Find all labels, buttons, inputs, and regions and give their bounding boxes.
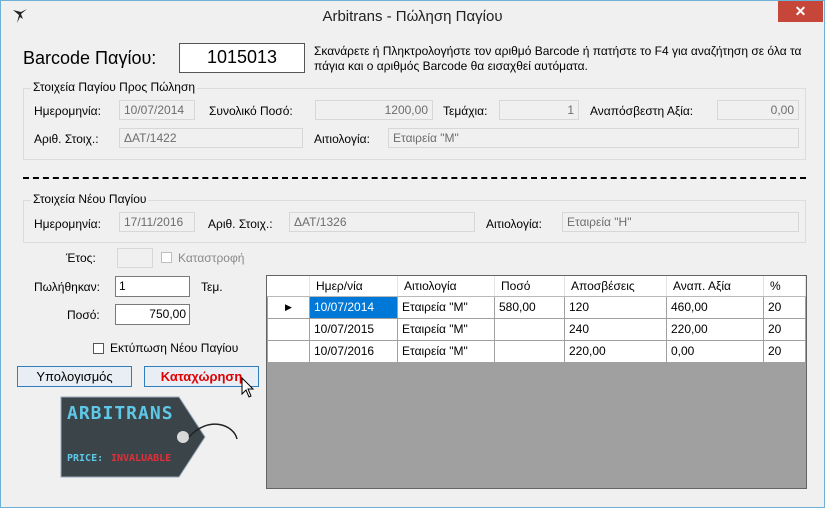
logo-price-value: INVALUABLE <box>111 453 172 464</box>
depreciation-grid[interactable]: Ημερ/νία Αιτιολογία Ποσό Αποσβέσεις Αναπ… <box>266 275 807 489</box>
sale-residual-field: 0,00 <box>717 100 799 120</box>
sale-reason-field: Εταιρεία "Μ" <box>388 128 799 148</box>
year-field[interactable] <box>117 248 153 268</box>
cell-reason[interactable]: Εταιρεία "Μ" <box>397 317 495 341</box>
sale-group-title: Στοιχεία Παγίου Προς Πώληση <box>31 80 198 94</box>
sale-date-label: Ημερομηνία: <box>34 104 101 118</box>
new-doc-label: Αριθ. Στοιχ.: <box>208 217 273 231</box>
new-asset-group-title: Στοιχεία Νέου Παγίου <box>31 192 149 206</box>
cell-depreciation[interactable]: 120 <box>564 295 667 319</box>
column-header-date[interactable]: Ημερ/νία <box>309 276 398 297</box>
logo-price-label: PRICE: <box>67 453 104 464</box>
new-date-label: Ημερομηνία: <box>34 217 101 231</box>
sale-group <box>23 88 806 160</box>
cell-percent[interactable]: 20 <box>763 339 806 363</box>
cell-percent[interactable]: 20 <box>763 317 806 341</box>
sale-total-label: Συνολικό Ποσό: <box>209 104 293 118</box>
close-button[interactable]: ✕ <box>778 1 823 22</box>
new-doc-field: ΔΑΤ/1326 <box>289 212 475 232</box>
new-date-field: 17/11/2016 <box>119 212 195 232</box>
window-title: Arbitrans - Πώληση Παγίου <box>322 8 503 25</box>
column-header-percent[interactable]: % <box>763 276 806 297</box>
amount-label: Ποσό: <box>67 308 100 322</box>
cell-reason[interactable]: Εταιρεία "Μ" <box>397 339 495 363</box>
new-reason-label: Αιτιολογία: <box>486 217 542 231</box>
close-icon: ✕ <box>794 3 807 19</box>
barcode-input[interactable]: 1015013 <box>179 43 305 73</box>
row-header-current[interactable]: ▶ <box>267 295 310 319</box>
new-reason-field: Εταιρεία "Η" <box>562 212 799 232</box>
logo-brand-text: ARBITRANS <box>67 403 174 424</box>
cell-date[interactable]: 10/07/2016 <box>309 339 398 363</box>
cell-amount[interactable] <box>494 317 565 341</box>
destroy-label: Καταστροφή <box>178 251 245 265</box>
cell-date[interactable]: 10/07/2015 <box>309 317 398 341</box>
sold-unit-label: Τεμ. <box>201 280 223 294</box>
depreciation-table: Ημερ/νία Αιτιολογία Ποσό Αποσβέσεις Αναπ… <box>267 276 806 363</box>
cell-residual[interactable]: 460,00 <box>666 295 764 319</box>
sold-label: Πωλήθηκαν: <box>34 280 100 294</box>
column-header-amount[interactable]: Ποσό <box>494 276 565 297</box>
cell-depreciation[interactable]: 240 <box>564 317 667 341</box>
cell-residual[interactable]: 0,00 <box>666 339 764 363</box>
grid-header-row: Ημερ/νία Αιτιολογία Ποσό Αποσβέσεις Αναπ… <box>267 276 806 297</box>
sale-pieces-field: 1 <box>499 100 579 120</box>
grid-row-header-corner <box>267 276 310 297</box>
mouse-cursor-icon <box>241 377 255 398</box>
table-row[interactable]: 10/07/2016 Εταιρεία "Μ" 220,00 0,00 20 <box>267 339 806 363</box>
cell-depreciation[interactable]: 220,00 <box>564 339 667 363</box>
column-header-depreciation[interactable]: Αποσβέσεις <box>564 276 667 297</box>
sale-doc-label: Αριθ. Στοιχ.: <box>34 132 99 146</box>
barcode-label: Barcode Παγίου: <box>23 48 157 68</box>
table-row[interactable]: 10/07/2015 Εταιρεία "Μ" 240 220,00 20 <box>267 317 806 341</box>
barcode-hint: Σκανάρετε ή Πληκτρολογήστε τον αριθμό Ba… <box>314 44 802 73</box>
cell-date[interactable]: 10/07/2014 <box>309 295 398 319</box>
amount-input[interactable]: 750,00 <box>115 304 190 325</box>
cell-residual[interactable]: 220,00 <box>666 317 764 341</box>
row-header[interactable] <box>267 339 310 363</box>
sale-total-field: 1200,00 <box>315 100 433 120</box>
year-label: Έτος: <box>66 251 96 265</box>
arbitrans-logo: ARBITRANS PRICE: INVALUABLE <box>59 395 243 479</box>
sale-doc-field: ΔΑΤ/1422 <box>119 128 303 148</box>
destroy-checkbox[interactable] <box>161 252 172 263</box>
dashed-separator <box>23 177 806 179</box>
cell-reason[interactable]: Εταιρεία "Μ" <box>397 295 495 319</box>
print-new-asset-checkbox[interactable] <box>93 343 104 354</box>
table-row[interactable]: ▶ 10/07/2014 Εταιρεία "Μ" 580,00 120 460… <box>267 295 806 319</box>
sold-input[interactable]: 1 <box>115 276 190 297</box>
calculate-button[interactable]: Υπολογισμός <box>17 366 132 387</box>
cell-amount[interactable] <box>494 339 565 363</box>
title-bar[interactable]: Arbitrans - Πώληση Παγίου ✕ <box>1 1 824 31</box>
column-header-residual[interactable]: Αναπ. Αξία <box>666 276 764 297</box>
column-header-reason[interactable]: Αιτιολογία <box>397 276 495 297</box>
sale-reason-label: Αιτιολογία: <box>314 132 370 146</box>
sale-date-field: 10/07/2014 <box>119 100 195 120</box>
sale-residual-label: Αναπόσβεστη Αξία: <box>590 104 694 118</box>
current-row-icon: ▶ <box>285 301 292 312</box>
row-header[interactable] <box>267 317 310 341</box>
cell-percent[interactable]: 20 <box>763 295 806 319</box>
main-window: Arbitrans - Πώληση Παγίου ✕ Barcode Παγί… <box>0 0 825 508</box>
sale-pieces-label: Τεμάχια: <box>443 104 488 118</box>
print-new-asset-label: Εκτύπωση Νέου Παγίου <box>110 341 239 355</box>
cell-amount[interactable]: 580,00 <box>494 295 565 319</box>
